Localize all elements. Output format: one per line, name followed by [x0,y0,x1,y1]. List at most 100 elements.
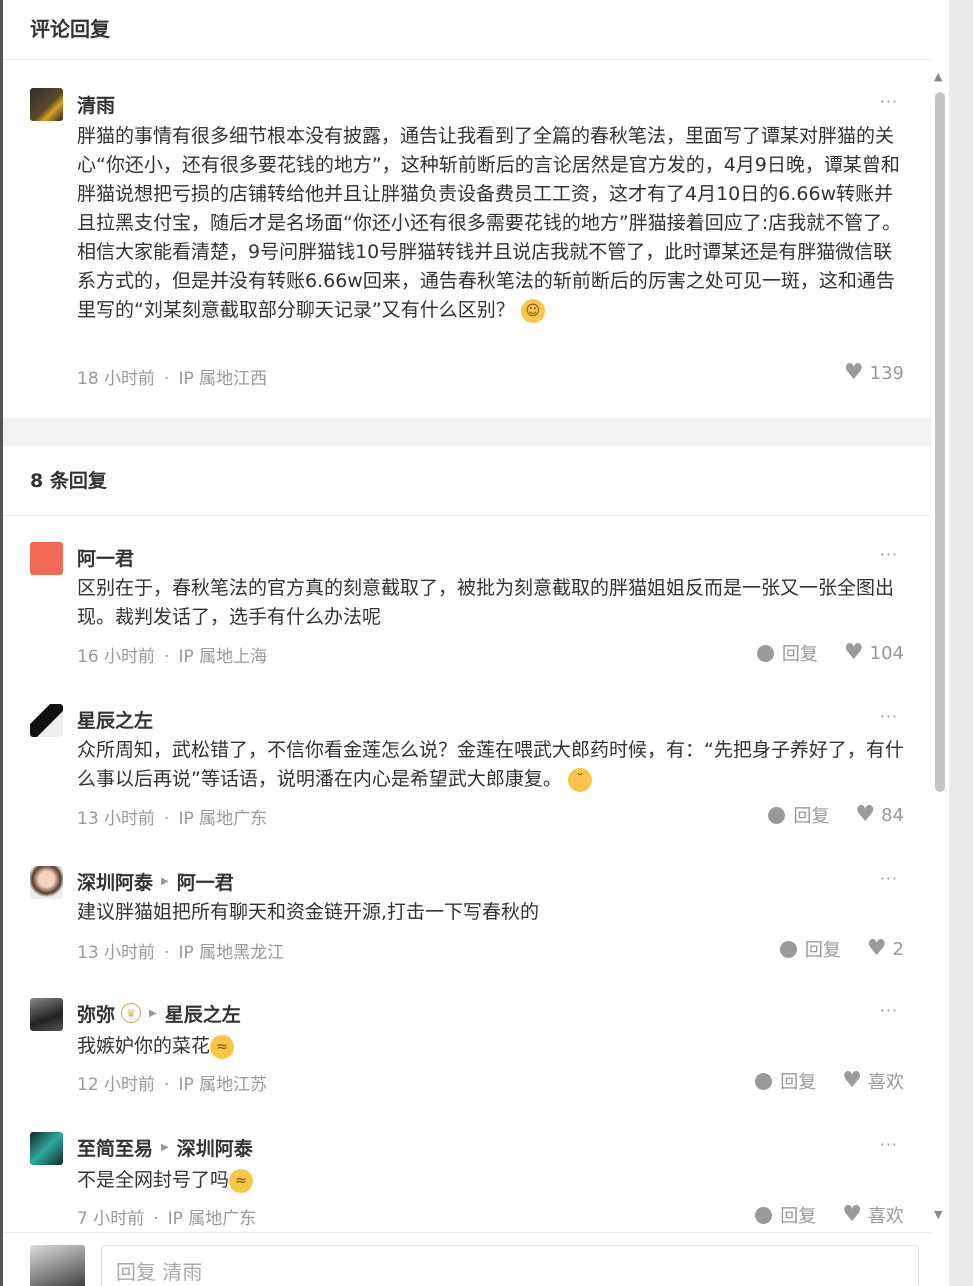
comment-bubble-icon [768,806,786,824]
avatar[interactable] [30,998,63,1031]
reply-actions: 回复 ♥ 104 [731,640,904,666]
heart-icon: ♥ [842,1202,862,1227]
more-icon[interactable]: ··· [880,545,898,564]
like-label: 喜欢 [868,1072,904,1093]
reply-meta: 12 小时前 · IP 属地江苏 [77,1075,268,1095]
reply-to-name[interactable]: 深圳阿泰 [177,1134,253,1161]
comment-reply-panel: 评论回复 清雨 ··· 胖猫的事情有很多细节根本没有披露，通告让我看到了全篇的春… [3,0,931,1286]
like-button[interactable]: ♥ 喜欢 [842,1068,904,1094]
ip-location: IP 属地江西 [178,369,268,389]
author-name[interactable]: 星辰之左 [77,706,153,733]
more-icon[interactable]: ··· [880,92,898,111]
more-icon[interactable]: ··· [880,1001,898,1020]
grinning-emoji-icon: ☺ [520,298,545,323]
timestamp: 12 小时前 [77,1075,156,1095]
reply-to-name[interactable]: 阿一君 [177,868,234,895]
scroll-down-icon[interactable]: ▼ [934,1208,942,1221]
reply-text: 不是全网封号了吗 ≈ [77,1166,907,1195]
reply-button[interactable]: 回复 [768,802,829,828]
reply-item: 弥弥 ♛ ▶ 星辰之左 ··· 我嫉妒你的菜花 ≈ 12 小时前 · IP 属地江苏 … [3,972,931,1106]
section-divider [3,418,931,446]
replies-count-header: 8 条回复 [3,446,931,516]
ip-location: IP 属地黑龙江 [178,943,285,963]
scrollbar[interactable]: ▲ ▼ [933,70,947,1230]
timestamp: 13 小时前 [77,943,156,963]
ip-location: IP 属地广东 [178,809,268,829]
reply-input[interactable]: 回复 清雨 [101,1245,919,1286]
reply-actions: 回复 ♥ 2 [754,936,904,962]
relieved-emoji-icon: ˘ [567,767,592,792]
reply-composer: 回复 清雨 [3,1232,931,1286]
like-button[interactable]: ♥ 2 [867,938,904,960]
reply-meta: 16 小时前 · IP 属地上海 [77,647,268,667]
avatar[interactable] [30,542,63,575]
more-icon[interactable]: ··· [880,707,898,726]
comment-bubble-icon [779,940,797,958]
reply-arrow-icon: ▶ [161,875,169,887]
comment-bubble-icon [755,1072,773,1090]
reply-button[interactable]: 回复 [755,1068,816,1094]
more-icon[interactable]: ··· [880,869,898,888]
ip-location: IP 属地上海 [178,647,268,667]
heart-icon: ♥ [855,802,876,827]
reply-actions: 回复 ♥ 84 [742,802,904,828]
like-button[interactable]: ♥ 84 [855,804,904,826]
reply-button[interactable]: 回复 [756,640,818,666]
outer-background [949,0,973,1286]
reply-to-name[interactable]: 星辰之左 [165,1000,241,1027]
like-button[interactable]: ♥ 喜欢 [842,1202,904,1228]
reply-meta: 7 小时前 · IP 属地广东 [77,1209,257,1229]
like-count: 2 [892,938,904,960]
reply-button[interactable]: 回复 [755,1202,816,1228]
comment-bubble-icon [756,644,774,662]
crown-badge-icon: ♛ [121,1003,142,1023]
timestamp: 7 小时前 [77,1209,145,1229]
author-name[interactable]: 深圳阿泰 [77,868,153,895]
timestamp: 16 小时前 [77,647,156,667]
reply-text: 区别在于，春秋笔法的官方真的刻意截取了，被批为刻意截取的胖猫姐姐反而是一张又一张… [77,577,895,628]
scroll-thumb[interactable] [935,92,945,792]
comment-text: 胖猫的事情有很多细节根本没有披露，通告让我看到了全篇的春秋笔法，里面写了谭某对胖… [77,125,902,323]
more-icon[interactable]: ··· [880,1135,898,1154]
author-name[interactable]: 至简至易 [77,1134,153,1161]
ip-location: IP 属地江苏 [178,1075,268,1095]
timestamp: 18 小时前 [77,369,156,389]
current-user-avatar [30,1245,85,1286]
avatar[interactable] [30,88,63,121]
like-button[interactable]: ♥ 139 [844,362,904,384]
avatar[interactable] [30,1132,63,1165]
reply-item: 深圳阿泰 ▶ 阿一君 ··· 建议胖猫姐把所有聊天和资金链开源,打击一下写春秋的… [3,840,931,972]
reply-arrow-icon: ▶ [161,1141,169,1153]
reply-actions: 回复 ♥ 喜欢 [729,1202,904,1228]
reply-text: 众所周知，武松错了，不信你看金莲怎么说？金莲在喂武大郎药时候，有：“先把身子养好… [77,739,904,792]
reply-arrow-icon: ▶ [149,1007,157,1019]
author-name[interactable]: 弥弥 [77,1000,115,1027]
avatar[interactable] [30,866,63,899]
heart-icon: ♥ [842,1068,862,1093]
like-count: 139 [869,362,904,384]
like-label: 喜欢 [868,1206,904,1227]
author-name[interactable]: 清雨 [77,91,115,118]
reply-meta: 13 小时前 · IP 属地黑龙江 [77,943,285,963]
comment-actions: ♥ 139 [818,362,904,384]
scroll-up-icon[interactable]: ▲ [934,70,942,83]
timestamp: 13 小时前 [77,809,156,829]
ip-location: IP 属地广东 [167,1209,257,1229]
heart-icon: ♥ [843,640,864,665]
avatar[interactable] [30,704,63,737]
reply-actions: 回复 ♥ 喜欢 [729,1068,904,1094]
like-count: 104 [869,642,904,664]
reply-item: 至简至易 ▶ 深圳阿泰 ··· 不是全网封号了吗 ≈ 7 小时前 · IP 属地广东 … [3,1106,931,1232]
author-name[interactable]: 阿一君 [77,544,134,571]
like-button[interactable]: ♥ 104 [844,642,904,664]
comment-meta: 18 小时前 · IP 属地江西 [77,369,268,389]
rofl-emoji-icon: ≈ [210,1034,235,1059]
heart-icon: ♥ [866,936,887,961]
main-comment: 清雨 ··· 胖猫的事情有很多细节根本没有披露，通告让我看到了全篇的春秋笔法，里… [3,60,931,418]
panel-title: 评论回复 [3,0,931,60]
reply-text: 建议胖猫姐把所有聊天和资金链开源,打击一下写春秋的 [77,901,540,923]
reply-item: 星辰之左 ··· 众所周知，武松错了，不信你看金莲怎么说？金莲在喂武大郎药时候，… [3,676,931,840]
heart-icon: ♥ [843,360,864,385]
reply-button[interactable]: 回复 [779,936,841,962]
rofl-emoji-icon: ≈ [229,1168,254,1193]
